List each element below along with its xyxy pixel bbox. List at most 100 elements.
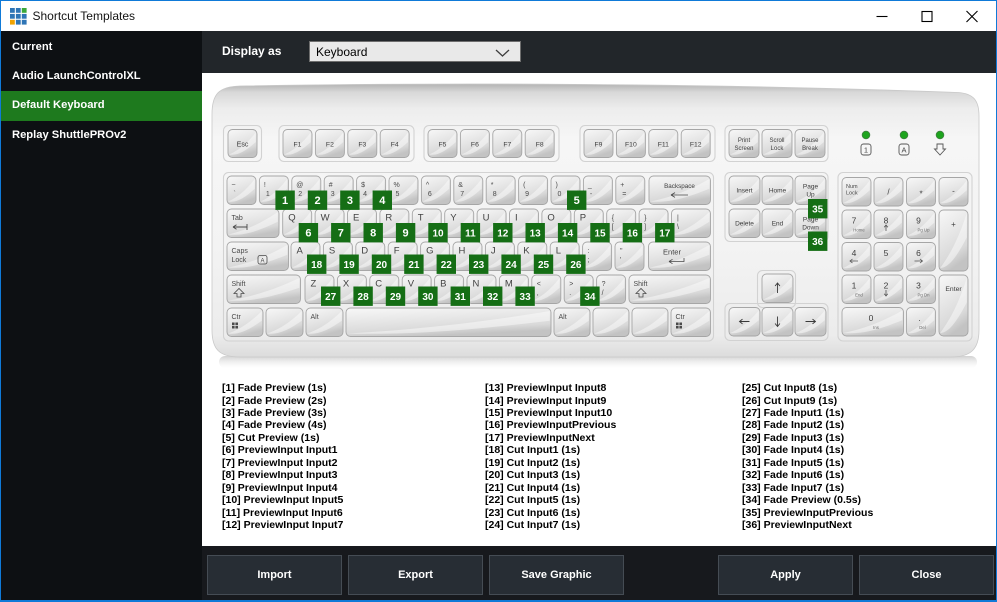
svg-text:27: 27 <box>325 292 337 303</box>
svg-text:Y: Y <box>450 213 457 224</box>
svg-text:Ins: Ins <box>873 325 879 330</box>
svg-text:1: 1 <box>266 191 270 198</box>
svg-text:2: 2 <box>884 281 889 291</box>
svg-text:J: J <box>491 246 496 257</box>
svg-text:2: 2 <box>314 195 320 207</box>
svg-text:@: @ <box>296 182 303 189</box>
svg-text:Scroll: Scroll <box>769 138 784 144</box>
svg-text:5: 5 <box>884 248 889 258</box>
svg-text:F6: F6 <box>471 142 479 149</box>
svg-text:Ctr: Ctr <box>676 314 686 321</box>
svg-text:X: X <box>343 279 350 290</box>
svg-text:2: 2 <box>298 191 302 198</box>
svg-text:S: S <box>329 246 335 257</box>
svg-text:A: A <box>901 146 906 155</box>
svg-text:F1: F1 <box>294 142 302 149</box>
svg-text:E: E <box>353 213 359 224</box>
svg-text:10: 10 <box>432 229 444 240</box>
svg-text:35: 35 <box>812 205 824 216</box>
svg-text:12: 12 <box>497 229 509 240</box>
svg-text:Backspace: Backspace <box>664 183 695 190</box>
svg-text:G: G <box>426 246 433 257</box>
svg-text:F12: F12 <box>690 142 702 149</box>
svg-text:Del: Del <box>919 325 925 330</box>
svg-text:24: 24 <box>506 260 518 271</box>
svg-text:*: * <box>491 182 494 189</box>
svg-text:14: 14 <box>562 229 574 240</box>
svg-text:=: = <box>622 191 626 198</box>
svg-text:F: F <box>394 246 400 257</box>
svg-text:20: 20 <box>376 260 388 271</box>
svg-text:Pg Dn: Pg Dn <box>918 293 931 298</box>
svg-text:Q: Q <box>288 213 295 224</box>
svg-text:Pause: Pause <box>801 138 819 144</box>
svg-text:F9: F9 <box>595 142 603 149</box>
svg-text:Alt: Alt <box>311 314 319 321</box>
svg-text:7: 7 <box>338 228 344 240</box>
svg-text:36: 36 <box>812 237 824 248</box>
svg-text:4: 4 <box>852 248 857 258</box>
svg-text:13: 13 <box>530 229 542 240</box>
svg-text:4: 4 <box>379 195 386 207</box>
svg-text:11: 11 <box>465 229 476 240</box>
svg-text:%: % <box>394 182 400 189</box>
svg-text:Down: Down <box>802 225 819 232</box>
svg-text:;: ; <box>588 257 590 264</box>
svg-text:>: > <box>569 281 573 288</box>
svg-text:1: 1 <box>282 195 288 207</box>
svg-text:Enter: Enter <box>663 248 681 257</box>
svg-text:<: < <box>537 281 541 288</box>
svg-text:30: 30 <box>422 292 434 303</box>
svg-text:~: ~ <box>232 182 236 189</box>
svg-text:28: 28 <box>358 292 370 303</box>
svg-text:End: End <box>772 221 784 228</box>
svg-text:25: 25 <box>538 260 550 271</box>
svg-text:_: _ <box>587 182 592 189</box>
svg-text:`: ` <box>234 191 236 198</box>
svg-text:,: , <box>537 290 539 297</box>
svg-text:H: H <box>459 246 466 257</box>
svg-text:R: R <box>385 213 392 224</box>
svg-text:Tab: Tab <box>232 215 243 222</box>
svg-text:6: 6 <box>305 228 311 240</box>
svg-text:L: L <box>556 246 561 257</box>
svg-text:16: 16 <box>627 229 639 240</box>
svg-text:33: 33 <box>520 292 532 303</box>
svg-text:32: 32 <box>487 292 499 303</box>
svg-text:.: . <box>569 290 571 297</box>
svg-text:/: / <box>602 290 604 297</box>
svg-text:Alt: Alt <box>559 314 567 321</box>
svg-text:F3: F3 <box>358 142 366 149</box>
svg-text:\: \ <box>677 224 679 231</box>
svg-text:9: 9 <box>525 191 529 198</box>
svg-text:O: O <box>547 213 554 224</box>
svg-text:A: A <box>260 258 264 264</box>
svg-text:Lock: Lock <box>232 257 247 264</box>
svg-text:3: 3 <box>916 281 921 291</box>
svg-text:F11: F11 <box>658 142 669 149</box>
svg-text:3: 3 <box>347 195 353 207</box>
svg-text:[: [ <box>612 224 614 231</box>
svg-text:5: 5 <box>396 191 400 198</box>
svg-text:1: 1 <box>864 146 868 155</box>
svg-text:7: 7 <box>852 216 857 226</box>
svg-text:Enter: Enter <box>945 286 962 293</box>
svg-text:Home: Home <box>769 188 787 195</box>
svg-text:]: ] <box>644 224 646 231</box>
svg-text:F8: F8 <box>536 142 544 149</box>
svg-text:6: 6 <box>916 248 921 258</box>
svg-text:N: N <box>473 279 480 290</box>
svg-text:9: 9 <box>403 228 409 240</box>
svg-text:Pg Up: Pg Up <box>918 228 931 233</box>
svg-text:F2: F2 <box>326 142 334 149</box>
svg-text:+: + <box>620 182 624 189</box>
svg-text:*: * <box>919 190 922 199</box>
svg-text:$: $ <box>361 182 365 189</box>
svg-text:.: . <box>918 313 920 323</box>
svg-text:Shift: Shift <box>232 281 246 288</box>
svg-text:19: 19 <box>344 260 356 271</box>
svg-text:8: 8 <box>884 216 889 226</box>
svg-text:Up: Up <box>806 192 815 199</box>
svg-text:D: D <box>361 246 368 257</box>
svg-text:18: 18 <box>311 260 323 271</box>
